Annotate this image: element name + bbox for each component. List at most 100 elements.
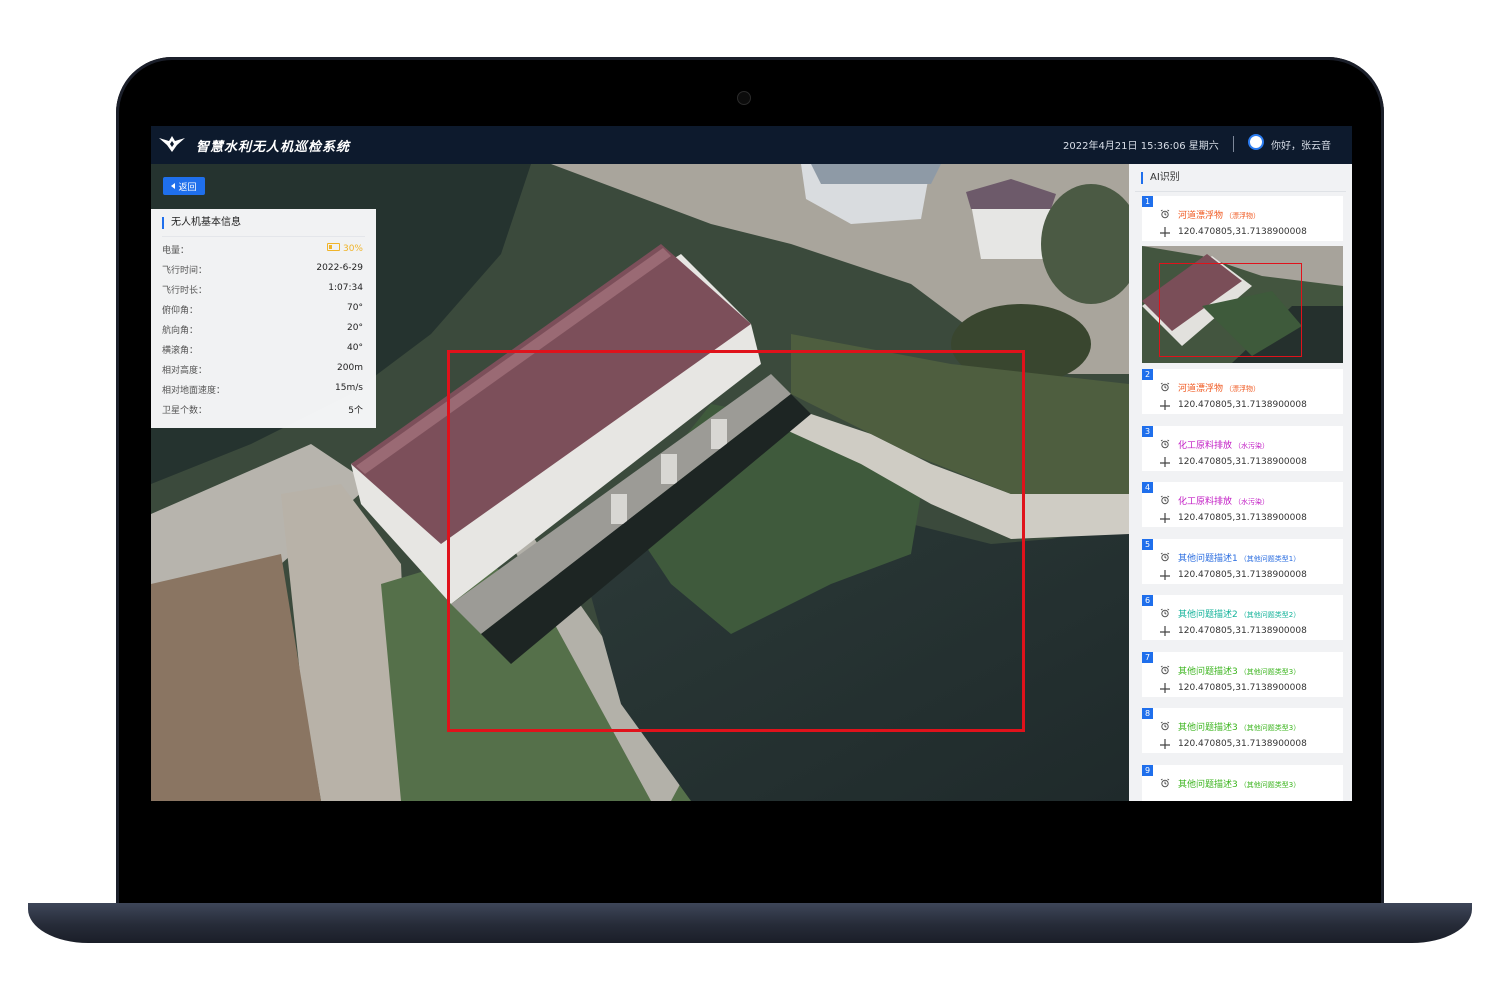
issue-name: 其他问题描述1 （其他问题类型1）	[1178, 554, 1301, 564]
info-value: 200m	[337, 363, 363, 373]
battery-value: 30%	[326, 243, 363, 254]
back-button-label: 返回	[178, 182, 197, 193]
issue-name: 其他问题描述2 （其他问题类型2）	[1178, 610, 1301, 620]
result-number-badge: 3	[1142, 426, 1153, 437]
location-pin-icon	[1160, 683, 1170, 693]
info-value: 1:07:34	[328, 283, 363, 293]
header-divider	[1233, 136, 1234, 152]
drone-info-panel: 无人机基本信息 电量： 30% 飞行时间： 2022-6-29 飞行时长： 1:…	[151, 209, 376, 428]
issue-coordinates: 120.470805,31.7138900008	[1178, 570, 1307, 580]
issue-coordinates: 120.470805,31.7138900008	[1178, 227, 1307, 237]
info-value: 40°	[347, 343, 363, 353]
alarm-icon	[1160, 721, 1170, 731]
alarm-icon	[1160, 382, 1170, 392]
drone-logo-icon	[159, 136, 185, 152]
top-bar: 智慧水利无人机巡检系统 2022年4月21日 15:36:06 星期六 你好，张…	[151, 126, 1352, 165]
ai-result-card-6[interactable]: 6 其他问题描述2 （其他问题类型2） 120.470805,31.7138900…	[1142, 595, 1343, 640]
issue-name: 河道漂浮物 （漂浮物）	[1178, 384, 1261, 394]
info-value: 20°	[347, 323, 363, 333]
info-row: 航向角： 20°	[162, 323, 363, 337]
alarm-icon	[1160, 552, 1170, 562]
user-greeting[interactable]: 你好，张云音	[1271, 137, 1331, 152]
issue-name: 化工原料排放 （水污染）	[1178, 497, 1270, 507]
app-screen: 智慧水利无人机巡检系统 2022年4月21日 15:36:06 星期六 你好，张…	[151, 126, 1352, 801]
result-number-badge: 5	[1142, 539, 1153, 550]
result-number-badge: 9	[1142, 765, 1153, 776]
result-number-badge: 2	[1142, 369, 1153, 380]
info-value: 2022-6-29	[316, 263, 363, 273]
info-label: 卫星个数：	[162, 406, 208, 416]
result-number-badge: 4	[1142, 482, 1153, 493]
location-pin-icon	[1160, 626, 1170, 636]
issue-coordinates: 120.470805,31.7138900008	[1178, 626, 1307, 636]
battery-icon	[326, 243, 340, 251]
detection-thumbnail[interactable]	[1142, 246, 1343, 363]
thumbnail-detection-box	[1159, 263, 1302, 357]
location-pin-icon	[1160, 457, 1170, 467]
result-number-badge: 1	[1142, 196, 1153, 207]
info-row: 横滚角： 40°	[162, 343, 363, 357]
info-row: 飞行时长： 1:07:34	[162, 283, 363, 297]
webcam-icon	[737, 91, 751, 105]
info-label: 相对高度：	[162, 366, 208, 376]
ai-panel-title: AI识别	[1141, 172, 1180, 184]
location-pin-icon	[1160, 513, 1170, 523]
info-row: 相对高度： 200m	[162, 363, 363, 377]
battery-label: 电量：	[162, 246, 190, 256]
user-avatar-icon[interactable]	[1248, 134, 1264, 150]
drone-info-title: 无人机基本信息	[162, 217, 241, 229]
info-value: 15m/s	[335, 383, 363, 393]
panel-divider	[1135, 191, 1346, 192]
alarm-icon	[1160, 209, 1170, 219]
issue-coordinates: 120.470805,31.7138900008	[1178, 513, 1307, 523]
ai-recognition-panel: AI识别 1 河道漂浮物 （漂浮物） 120.470805,31.71389000…	[1129, 164, 1352, 801]
ai-result-card-5[interactable]: 5 其他问题描述1 （其他问题类型1） 120.470805,31.7138900…	[1142, 539, 1343, 584]
ai-result-card-4[interactable]: 4 化工原料排放 （水污染） 120.470805,31.7138900008	[1142, 482, 1343, 527]
result-number-badge: 7	[1142, 652, 1153, 663]
datetime-display: 2022年4月21日 15:36:06 星期六	[1063, 141, 1219, 152]
info-label: 飞行时长：	[162, 286, 208, 296]
info-value: 5个	[348, 406, 363, 416]
ai-detection-box[interactable]	[447, 350, 1025, 732]
laptop-base	[28, 903, 1472, 943]
info-row-battery: 电量： 30%	[162, 243, 363, 257]
info-row: 俯仰角： 70°	[162, 303, 363, 317]
issue-name: 化工原料排放 （水污染）	[1178, 441, 1270, 451]
issue-name: 其他问题描述3 （其他问题类型3）	[1178, 723, 1301, 733]
ai-result-card-8[interactable]: 8 其他问题描述3 （其他问题类型3） 120.470805,31.7138900…	[1142, 708, 1343, 753]
alarm-icon	[1160, 778, 1170, 788]
info-value: 70°	[347, 303, 363, 313]
alarm-icon	[1160, 439, 1170, 449]
issue-name: 其他问题描述3 （其他问题类型3）	[1178, 667, 1301, 677]
location-pin-icon	[1160, 227, 1170, 237]
ai-result-card-2[interactable]: 2 河道漂浮物 （漂浮物） 120.470805,31.7138900008	[1142, 369, 1343, 414]
alarm-icon	[1160, 608, 1170, 618]
issue-name: 其他问题描述3 （其他问题类型3）	[1178, 780, 1301, 790]
info-label: 航向角：	[162, 326, 199, 336]
ai-result-card-3[interactable]: 3 化工原料排放 （水污染） 120.470805,31.7138900008	[1142, 426, 1343, 471]
chevron-left-icon	[171, 183, 176, 189]
issue-coordinates: 120.470805,31.7138900008	[1178, 683, 1307, 693]
result-number-badge: 6	[1142, 595, 1153, 606]
ai-result-card-9[interactable]: 9 其他问题描述3 （其他问题类型3）	[1142, 765, 1343, 801]
info-row: 相对地面速度： 15m/s	[162, 383, 363, 397]
info-label: 飞行时间：	[162, 266, 208, 276]
ai-result-card-7[interactable]: 7 其他问题描述3 （其他问题类型3） 120.470805,31.7138900…	[1142, 652, 1343, 697]
ai-result-card-1[interactable]: 1 河道漂浮物 （漂浮物） 120.470805,31.7138900008	[1142, 196, 1343, 241]
location-pin-icon	[1160, 570, 1170, 580]
app-title: 智慧水利无人机巡检系统	[196, 140, 351, 155]
info-label: 横滚角：	[162, 346, 199, 356]
info-label: 相对地面速度：	[162, 386, 226, 396]
location-pin-icon	[1160, 739, 1170, 749]
panel-divider	[162, 236, 365, 237]
info-label: 俯仰角：	[162, 306, 199, 316]
location-pin-icon	[1160, 400, 1170, 410]
alarm-icon	[1160, 665, 1170, 675]
alarm-icon	[1160, 495, 1170, 505]
aerial-video-view[interactable]: 返回 无人机基本信息 电量： 30% 飞行时间： 2022-6-29 飞行时长：…	[151, 164, 1129, 801]
issue-coordinates: 120.470805,31.7138900008	[1178, 739, 1307, 749]
result-number-badge: 8	[1142, 708, 1153, 719]
info-row: 飞行时间： 2022-6-29	[162, 263, 363, 277]
issue-name: 河道漂浮物 （漂浮物）	[1178, 211, 1261, 221]
back-button[interactable]: 返回	[163, 177, 205, 195]
